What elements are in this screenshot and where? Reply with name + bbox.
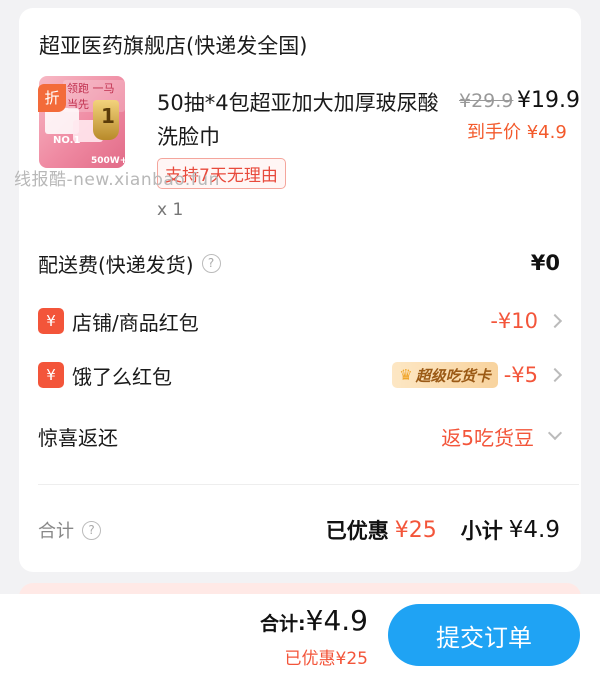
store-coupon-value: -¥10	[490, 309, 538, 333]
subtotal-label: 小计	[460, 519, 503, 543]
delivery-fee-label: 配送费(快递发货)	[38, 252, 194, 277]
yen-icon: ¥	[38, 308, 64, 334]
store-coupon-label: 店铺/商品红包	[72, 310, 199, 335]
chevron-right-icon	[547, 313, 563, 329]
original-price: ¥29.9	[459, 90, 514, 112]
bottom-total-value: ¥4.9	[305, 604, 368, 637]
delivery-fee-value: ¥0	[530, 251, 560, 275]
total-label: 合计	[38, 521, 74, 542]
store-coupon-row[interactable]: ¥ 店铺/商品红包 -¥10	[38, 304, 563, 338]
watermark: 线报酷-new.xianbao.fun	[14, 170, 220, 190]
delivery-fee-row: 配送费(快递发货) ? ¥0	[38, 246, 560, 280]
divider	[38, 484, 579, 485]
bottom-bar: 合计:¥4.9 已优惠¥25 提交订单	[0, 594, 600, 680]
order-card: 超亚医药旗舰店(快递发全国) 领跑 一马当先 1 NO.1 500W+ 折 50…	[19, 8, 581, 572]
surprise-return-row[interactable]: 惊喜返还 返5吃货豆	[38, 419, 563, 453]
final-price: 到手价 ¥4.9	[467, 122, 567, 143]
quantity: x 1	[157, 200, 184, 220]
chevron-right-icon	[547, 367, 563, 383]
help-icon[interactable]: ?	[82, 520, 101, 540]
super-foodie-card-text: 超级吃货卡	[415, 366, 491, 385]
eleme-coupon-value: -¥5	[503, 363, 538, 387]
subtotal-value: ¥4.9	[508, 517, 560, 543]
bottom-total: 合计:¥4.9	[260, 604, 368, 637]
super-foodie-card-badge: ♛ 超级吃货卡	[392, 362, 498, 388]
yen-icon: ¥	[38, 362, 64, 388]
saved-label: 已优惠	[325, 519, 389, 543]
bottom-saved: 已优惠¥25	[284, 649, 368, 669]
chevron-down-icon	[547, 425, 563, 441]
product-title[interactable]: 50抽*4包超亚加大加厚玻尿酸洗脸巾	[157, 86, 447, 154]
help-icon[interactable]: ?	[201, 253, 221, 273]
current-price: ¥19.9	[517, 88, 580, 113]
discount-badge: 折	[38, 84, 66, 112]
store-name[interactable]: 超亚医药旗舰店(快递发全国)	[39, 30, 307, 60]
eleme-coupon-row[interactable]: ¥ 饿了么红包 ♛ 超级吃货卡 -¥5	[38, 358, 563, 392]
surprise-return-value: 返5吃货豆	[441, 425, 534, 450]
image-no1-text: NO.1	[53, 135, 81, 146]
eleme-coupon-label: 饿了么红包	[72, 364, 172, 389]
bottom-total-label: 合计:	[260, 613, 306, 635]
total-row: 合计 ? 已优惠 ¥25 小计 ¥4.9	[38, 513, 560, 547]
saved-value: ¥25	[394, 517, 437, 543]
crown-icon: ♛	[399, 366, 413, 384]
submit-order-button[interactable]: 提交订单	[388, 604, 580, 666]
trophy-number: 1	[101, 104, 115, 128]
surprise-return-label: 惊喜返还	[38, 425, 118, 450]
